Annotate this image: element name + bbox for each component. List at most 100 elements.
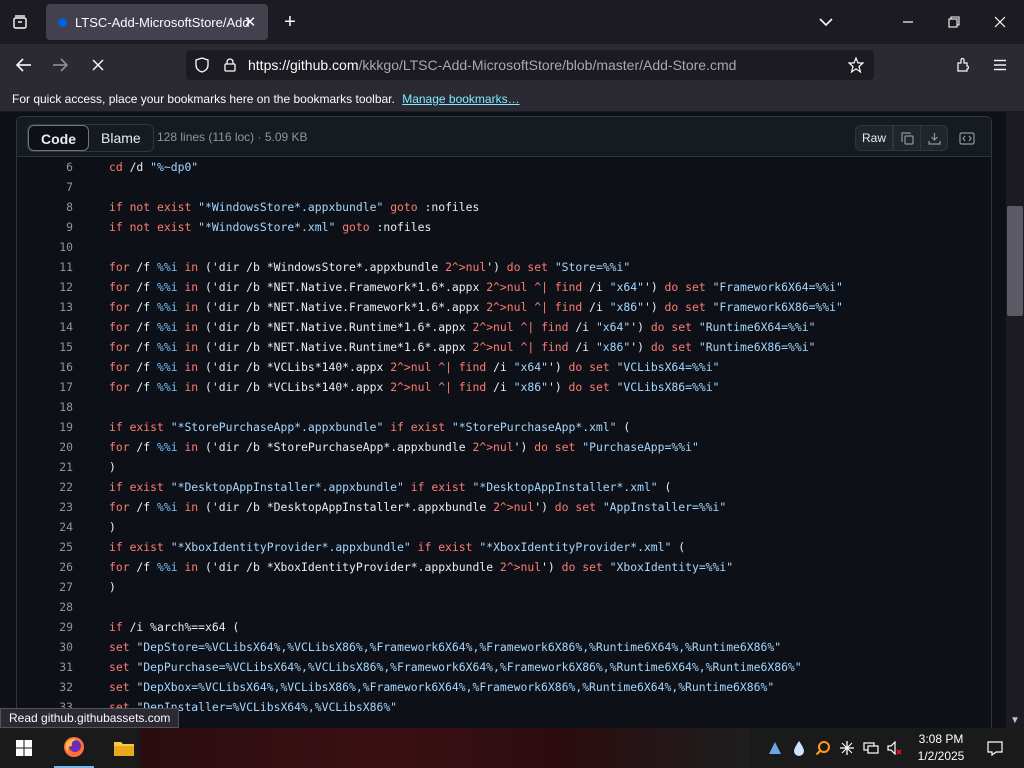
file-header: Code Blame 128 lines (116 loc) · 5.09 KB… [17,117,991,157]
vertical-scrollbar[interactable]: ▼ [1006,112,1024,728]
code-line: 15 for /f %%i in ('dir /b *NET.Native.Run… [17,337,991,357]
code-text: for /f %%i in ('dir /b *DesktopAppInstal… [109,500,727,514]
clock[interactable]: 3:08 PM 1/2/2025 [906,731,976,765]
line-number[interactable]: 26 [17,557,73,577]
tracking-protection-shield-icon[interactable] [192,55,212,75]
clock-time: 3:08 PM [918,732,964,746]
code-text: ) [109,580,116,594]
code-text: if /i %arch%==x64 ( [109,620,240,634]
new-tab-icon[interactable]: + [278,10,302,34]
line-number[interactable]: 15 [17,337,73,357]
lock-icon[interactable] [220,55,240,75]
line-number[interactable]: 28 [17,597,73,617]
code-line: 18 [17,397,991,417]
tab-active[interactable]: LTSC-Add-MicrosoftStore/Add ✕ [46,4,268,40]
line-number[interactable]: 22 [17,477,73,497]
taskbar-wallpaper-strip [140,728,750,768]
line-number[interactable]: 25 [17,537,73,557]
code-tab[interactable]: Code [28,125,89,151]
copy-icon[interactable] [893,125,921,151]
code-line: 25 if exist "*XboxIdentityProvider*.appxb… [17,537,991,557]
line-number[interactable]: 6 [17,157,73,177]
code-line: 17 for /f %%i in ('dir /b *VCLibs*140*.ap… [17,377,991,397]
tray-drop-icon[interactable] [788,728,810,768]
url-host: https://github.com [248,57,359,73]
line-number[interactable]: 11 [17,257,73,277]
code-text: for /f %%i in ('dir /b *VCLibs*140*.appx… [109,380,720,394]
bookmark-star-icon[interactable] [846,55,866,75]
firefox-taskbar-icon[interactable] [54,728,94,768]
menu-hamburger-icon[interactable] [988,53,1012,77]
code-text: if not exist "*WindowsStore*.xml" goto :… [109,220,432,234]
network-icon[interactable] [860,728,882,768]
code-text: cd /d "%~dp0" [109,160,199,174]
code-line: 7 [17,177,991,197]
code-text: for /f %%i in ('dir /b *NET.Native.Runti… [109,340,816,354]
restore-icon[interactable] [942,10,966,34]
raw-button[interactable]: Raw [855,125,893,151]
code-line: 32 set "DepXbox=%VCLibsX64%,%VCLibsX86%,%… [17,677,991,697]
list-all-tabs-icon[interactable] [814,10,838,34]
line-number[interactable]: 7 [17,177,73,197]
loading-indicator-icon [58,17,67,27]
code-text: for /f %%i in ('dir /b *StorePurchaseApp… [109,440,699,454]
code-text: ) [109,460,116,474]
line-number[interactable]: 19 [17,417,73,437]
extensions-icon[interactable] [952,53,976,77]
windows-start-icon[interactable] [8,728,40,768]
volume-muted-icon[interactable] [884,728,906,768]
code-line: 16 for /f %%i in ('dir /b *VCLibs*140*.ap… [17,357,991,377]
code-line: 6 cd /d "%~dp0" [17,157,991,177]
line-number[interactable]: 21 [17,457,73,477]
blame-tab[interactable]: Blame [89,125,153,151]
line-number[interactable]: 29 [17,617,73,637]
url-bar[interactable]: https://github.com/kkkgo/LTSC-Add-Micros… [186,50,874,80]
url-path: /kkkgo/LTSC-Add-MicrosoftStore/blob/mast… [358,57,737,73]
line-number[interactable]: 10 [17,237,73,257]
manage-bookmarks-link[interactable]: Manage bookmarks… [402,92,519,106]
code-text: for /f %%i in ('dir /b *NET.Native.Runti… [109,320,816,334]
line-number[interactable]: 31 [17,657,73,677]
code-listing: 6 cd /d "%~dp0" 7 8 if not exist "*WindowsSt… [17,157,991,717]
tab-overview-icon[interactable] [8,10,32,34]
stop-loading-icon[interactable] [86,53,110,77]
close-tab-icon[interactable]: ✕ [240,12,260,32]
code-line: 27) [17,577,991,597]
close-window-icon[interactable] [988,10,1012,34]
line-number[interactable]: 13 [17,297,73,317]
line-number[interactable]: 27 [17,577,73,597]
code-line: 26 for /f %%i in ('dir /b *XboxIdentityPr… [17,557,991,577]
line-number[interactable]: 18 [17,397,73,417]
file-explorer-taskbar-icon[interactable] [104,728,144,768]
notifications-icon[interactable] [980,728,1010,768]
scrollbar-thumb[interactable] [1007,206,1023,316]
line-number[interactable]: 14 [17,317,73,337]
tray-search-icon[interactable] [812,728,834,768]
download-icon[interactable] [920,125,948,151]
line-number[interactable]: 17 [17,377,73,397]
scroll-down-arrow-icon[interactable]: ▼ [1010,715,1020,726]
line-number[interactable]: 16 [17,357,73,377]
line-number[interactable]: 30 [17,637,73,657]
line-number[interactable]: 9 [17,217,73,237]
tray-sparkle-icon[interactable] [836,728,858,768]
code-text: for /f %%i in ('dir /b *NET.Native.Frame… [109,280,843,294]
back-arrow-icon[interactable] [12,53,36,77]
url-text: https://github.com/kkkgo/LTSC-Add-Micros… [248,57,736,73]
line-number[interactable]: 32 [17,677,73,697]
code-line: 10 [17,237,991,257]
bookmarks-toolbar: For quick access, place your bookmarks h… [0,86,1024,112]
code-text: for /f %%i in ('dir /b *VCLibs*140*.appx… [109,360,720,374]
line-number[interactable]: 20 [17,437,73,457]
forward-arrow-icon[interactable] [48,53,72,77]
code-text: ) [109,520,116,534]
line-number[interactable]: 8 [17,197,73,217]
symbols-panel-icon[interactable] [953,125,981,151]
line-number[interactable]: 23 [17,497,73,517]
code-line: 20 for /f %%i in ('dir /b *StorePurchaseA… [17,437,991,457]
line-number[interactable]: 12 [17,277,73,297]
code-text: if not exist "*WindowsStore*.appxbundle"… [109,200,480,214]
line-number[interactable]: 24 [17,517,73,537]
tray-app-icon[interactable] [764,728,786,768]
minimize-icon[interactable] [896,10,920,34]
